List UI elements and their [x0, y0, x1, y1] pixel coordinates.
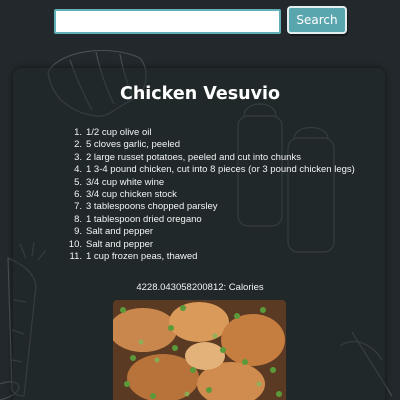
ingredient-text: 1 cup frozen peas, thawed: [86, 251, 198, 263]
ingredients-list: 1. 1/2 cup olive oil 2. 5 cloves garlic, p…: [66, 127, 366, 263]
search-button[interactable]: Search: [287, 6, 347, 34]
search-input[interactable]: [54, 9, 281, 34]
ingredient-text: 1 3-4 pound chicken, cut into 8 pieces (…: [86, 164, 355, 176]
ingredient-text: 2 large russet potatoes, peeled and cut …: [86, 151, 301, 163]
list-item: 6. 3/4 cup chicken stock: [74, 189, 177, 201]
list-item: 2. 5 cloves garlic, peeled: [74, 139, 180, 151]
list-item: 1. 1/2 cup olive oil: [74, 127, 152, 138]
ingredient-text: 1 tablespoon dried oregano: [86, 213, 202, 225]
list-item: 5. 3/4 cup white wine: [74, 176, 165, 188]
search-bar: Search: [54, 6, 348, 36]
ingredient-text: 1/2 cup olive oil: [86, 127, 152, 138]
list-item: 10. Salt and pepper: [68, 238, 154, 250]
list-item: 11. 1 cup frozen peas, thawed: [69, 251, 198, 263]
list-item: 7. 3 tablespoons chopped parsley: [74, 201, 218, 213]
recipe-photo: [113, 300, 286, 400]
ingredient-text: 3/4 cup white wine: [86, 176, 165, 188]
list-item: 9. Salt and pepper: [74, 226, 154, 238]
recipe-title: Chicken Vesuvio: [119, 84, 281, 104]
ingredient-text: 5 cloves garlic, peeled: [86, 139, 180, 151]
ingredient-text: Salt and pepper: [86, 226, 154, 238]
list-item: 8. 1 tablespoon dried oregano: [74, 213, 202, 225]
ingredient-text: 3 tablespoons chopped parsley: [86, 201, 218, 213]
ingredient-text: Salt and pepper: [86, 238, 154, 250]
list-item: 4. 1 3-4 pound chicken, cut into 8 pieces…: [74, 164, 355, 176]
list-item: 3. 2 large russet potatoes, peeled and cu…: [74, 151, 301, 163]
ingredient-text: 3/4 cup chicken stock: [86, 189, 177, 201]
calories-text: 4228.043058200812: Calories: [136, 282, 264, 293]
